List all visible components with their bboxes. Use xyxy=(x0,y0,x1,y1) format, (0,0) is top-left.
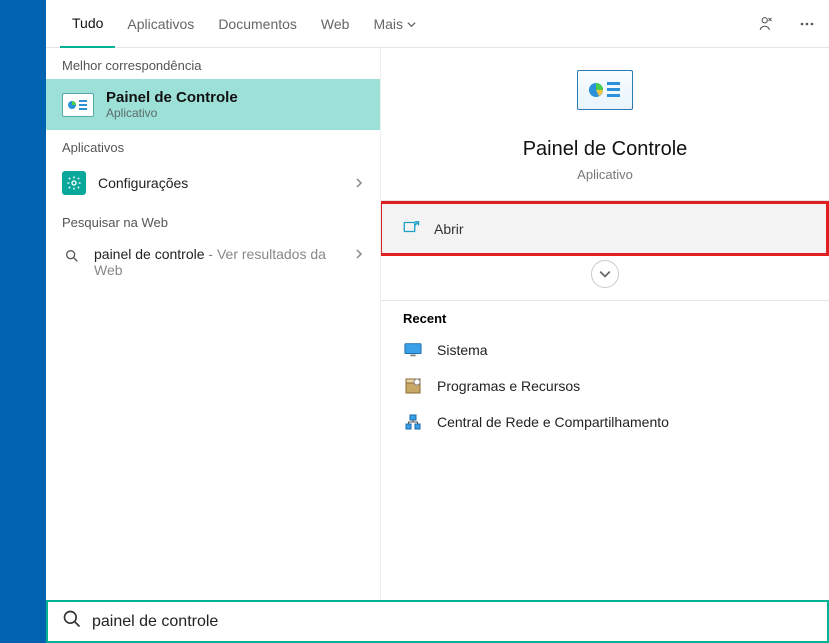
recent-label: Sistema xyxy=(437,342,488,358)
web-search-query: painel de controle xyxy=(94,246,205,262)
tab-bar: Tudo Aplicativos Documentos Web Mais xyxy=(46,0,829,48)
preview-panel: Painel de Controle Aplicativo Abrir Rece… xyxy=(381,48,829,643)
best-match-title: Painel de Controle xyxy=(106,89,238,106)
chevron-right-icon xyxy=(354,175,364,191)
expand-area xyxy=(381,256,829,300)
best-match-text: Painel de Controle Aplicativo xyxy=(106,89,238,120)
recent-item-programas[interactable]: Programas e Recursos xyxy=(381,368,829,404)
search-bar[interactable] xyxy=(46,600,829,643)
best-match-item[interactable]: Painel de Controle Aplicativo xyxy=(46,79,380,130)
open-action[interactable]: Abrir xyxy=(382,204,826,253)
control-panel-icon xyxy=(62,93,94,117)
annotation-highlight: Abrir xyxy=(381,201,829,256)
web-search-header: Pesquisar na Web xyxy=(46,205,380,236)
expand-button[interactable] xyxy=(591,260,619,288)
open-label: Abrir xyxy=(434,221,464,237)
tab-more[interactable]: Mais xyxy=(361,0,428,48)
hero-title: Painel de Controle xyxy=(523,138,688,161)
chevron-right-icon xyxy=(354,246,364,262)
list-item-settings[interactable]: Configurações xyxy=(46,161,380,205)
chevron-down-icon xyxy=(599,268,611,280)
feedback-icon[interactable] xyxy=(755,12,779,36)
tab-web-label: Web xyxy=(321,16,350,32)
recent-item-rede[interactable]: Central de Rede e Compartilhamento xyxy=(381,404,829,440)
results-list: Melhor correspondência Painel de Control… xyxy=(46,48,381,643)
tab-all-label: Tudo xyxy=(72,15,103,31)
control-panel-hero-icon xyxy=(577,70,633,110)
open-icon xyxy=(402,218,420,239)
apps-header: Aplicativos xyxy=(46,130,380,161)
web-search-text: painel de controle - Ver resultados da W… xyxy=(94,246,342,278)
main-area: Melhor correspondência Painel de Control… xyxy=(46,48,829,643)
recent-item-sistema[interactable]: Sistema xyxy=(381,332,829,368)
settings-label: Configurações xyxy=(98,175,188,191)
chevron-down-icon xyxy=(407,16,416,32)
tab-web[interactable]: Web xyxy=(309,0,362,48)
tab-more-label: Mais xyxy=(373,16,403,32)
recent-header: Recent xyxy=(381,301,829,332)
hero-subtitle: Aplicativo xyxy=(577,167,633,182)
more-options-icon[interactable] xyxy=(795,12,819,36)
recent-label: Central de Rede e Compartilhamento xyxy=(437,414,669,430)
search-icon xyxy=(62,246,82,266)
header-actions xyxy=(755,12,819,36)
box-icon xyxy=(403,377,423,395)
search-icon xyxy=(62,609,82,634)
monitor-icon xyxy=(403,341,423,359)
hero: Painel de Controle Aplicativo xyxy=(381,70,829,200)
best-match-header: Melhor correspondência xyxy=(46,48,380,79)
search-window: Tudo Aplicativos Documentos Web Mais Mel… xyxy=(46,0,829,643)
tab-apps-label: Aplicativos xyxy=(127,16,194,32)
tab-docs[interactable]: Documentos xyxy=(206,0,309,48)
tab-docs-label: Documentos xyxy=(218,16,297,32)
search-input[interactable] xyxy=(92,613,813,631)
gear-icon xyxy=(62,171,86,195)
tab-all[interactable]: Tudo xyxy=(60,0,115,48)
list-item-web-search[interactable]: painel de controle - Ver resultados da W… xyxy=(46,236,380,288)
tab-apps[interactable]: Aplicativos xyxy=(115,0,206,48)
network-icon xyxy=(403,413,423,431)
recent-label: Programas e Recursos xyxy=(437,378,580,394)
best-match-subtitle: Aplicativo xyxy=(106,106,238,120)
